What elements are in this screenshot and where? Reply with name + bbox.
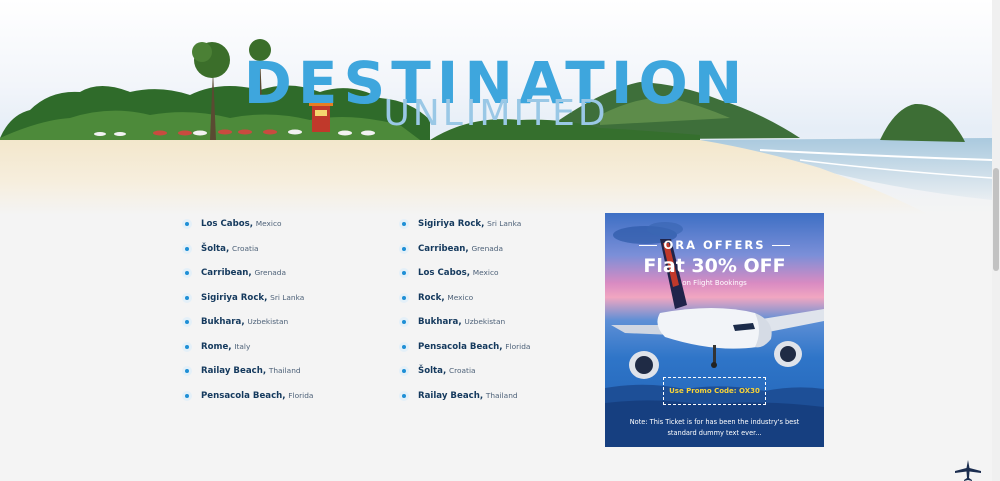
dot-bullet-icon (399, 292, 409, 303)
destination-country: Grenada (471, 243, 504, 253)
destination-item[interactable]: Los Cabos, Mexico (180, 212, 313, 237)
destination-item[interactable]: Railay Beach, Thailand (397, 384, 530, 409)
destination-city: Carribean, (418, 243, 469, 254)
destination-country: Croatia (448, 366, 476, 375)
destination-city: Railay Beach, (418, 390, 484, 401)
dot-bullet-icon (182, 341, 192, 352)
promo-code-box[interactable]: Use Promo Code: OX30 (663, 377, 766, 405)
destination-list-left: Los Cabos, Mexico Šolta, Croatia Carribe… (180, 212, 313, 408)
destination-item[interactable]: Carribean, Grenada (397, 237, 530, 262)
destination-city: Pensacola Beach, (201, 390, 286, 401)
divider (639, 245, 658, 246)
airplane-icon[interactable] (955, 460, 981, 481)
dot-bullet-icon (182, 366, 192, 376)
destination-item[interactable]: Šolta, Croatia (397, 359, 530, 384)
offer-discount: Flat 30% OFF (643, 255, 786, 277)
destination-country: Florida (288, 390, 314, 400)
destination-city: Bukhara, (201, 317, 245, 327)
dot-bullet-icon (182, 219, 192, 229)
dot-bullet-icon (182, 268, 192, 278)
destination-item[interactable]: Bukhara, Uzbekistan (180, 310, 313, 335)
destination-country: Mexico (472, 268, 499, 277)
offer-heading-text: ORA OFFERS (663, 238, 766, 252)
destination-item[interactable]: Railay Beach, Thailand (180, 359, 313, 384)
destination-item[interactable]: Sigiriya Rock, Sri Lanka (180, 286, 313, 311)
destination-country: Mexico (255, 219, 282, 228)
dot-bullet-icon (399, 341, 409, 352)
destination-city: Bukhara, (418, 317, 462, 327)
destination-city: Los Cabos, (418, 268, 471, 278)
destination-city: Pensacola Beach, (418, 341, 503, 352)
scrollbar-thumb[interactable] (993, 168, 999, 271)
dot-bullet-icon (182, 390, 192, 401)
divider (771, 245, 790, 246)
destination-city: Sigiriya Rock, (201, 292, 268, 303)
destination-item[interactable]: Rome, Italy (180, 335, 313, 360)
destination-item[interactable]: Rock, Mexico (397, 286, 530, 311)
destination-country: Uzbekistan (464, 317, 506, 326)
dot-bullet-icon (399, 219, 409, 229)
destination-country: Grenada (254, 268, 287, 277)
destination-city: Los Cabos, (201, 219, 254, 229)
hero-banner: DESTINATION UNLIMITED (0, 0, 992, 215)
destination-city: Sigiriya Rock, (418, 219, 485, 229)
destination-item[interactable]: Carribean, Grenada (180, 261, 313, 286)
dot-bullet-icon (399, 268, 409, 278)
destination-city: Šolta, (418, 366, 447, 376)
page: DESTINATION UNLIMITED Los Cabos, Mexico … (0, 0, 1000, 481)
destination-city: Šolta, (201, 243, 230, 254)
destination-country: Italy (234, 341, 251, 351)
destination-city: Carribean, (201, 268, 252, 278)
dot-bullet-icon (399, 243, 409, 254)
dot-bullet-icon (399, 317, 409, 327)
offer-heading: ORA OFFERS (605, 238, 824, 252)
dot-bullet-icon (182, 317, 192, 327)
destination-item[interactable]: Los Cabos, Mexico (397, 261, 530, 286)
destination-city: Rock, (418, 292, 445, 303)
destination-country: Thailand (268, 366, 301, 375)
destination-item[interactable]: Šolta, Croatia (180, 237, 313, 262)
destination-city: Railay Beach, (201, 366, 267, 376)
hero-subtitle: UNLIMITED (383, 93, 609, 134)
destination-item[interactable]: Pensacola Beach, Florida (397, 335, 530, 360)
destination-item[interactable]: Sigiriya Rock, Sri Lanka (397, 212, 530, 237)
destination-country: Thailand (485, 390, 518, 400)
offer-subtitle: on Flight Bookings (682, 279, 747, 287)
destination-country: Uzbekistan (247, 317, 289, 326)
offer-banner[interactable]: ORA OFFERS Flat 30% OFF on Flight Bookin… (605, 213, 824, 447)
destination-item[interactable]: Bukhara, Uzbekistan (397, 310, 530, 335)
destination-city: Rome, (201, 341, 232, 352)
destination-country: Croatia (231, 243, 259, 253)
dot-bullet-icon (182, 243, 192, 254)
destination-country: Sri Lanka (270, 292, 305, 302)
dot-bullet-icon (399, 390, 409, 401)
destination-country: Sri Lanka (487, 219, 522, 228)
dot-bullet-icon (399, 366, 409, 376)
destination-country: Mexico (447, 292, 474, 302)
destination-item[interactable]: Pensacola Beach, Florida (180, 384, 313, 409)
offer-note: Note: This Ticket is for has been the in… (629, 418, 800, 437)
dot-bullet-icon (182, 292, 192, 303)
destination-list-right: Sigiriya Rock, Sri Lanka Carribean, Gren… (397, 212, 530, 408)
destination-country: Florida (505, 341, 531, 351)
